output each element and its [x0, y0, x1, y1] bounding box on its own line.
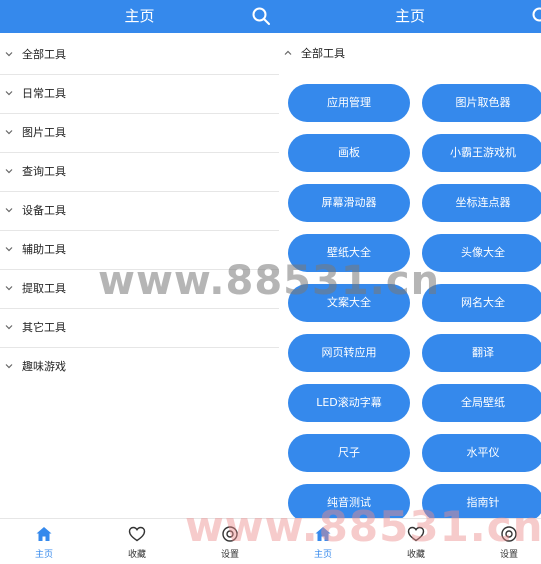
category-query[interactable]: 查询工具 [0, 153, 279, 192]
category-image[interactable]: 图片工具 [0, 114, 279, 153]
nav-label: 主页 [34, 550, 53, 560]
heart-icon [407, 526, 425, 542]
category-label: 日常工具 [22, 87, 66, 100]
nav-home[interactable]: 主页 [14, 519, 74, 564]
category-label: 图片工具 [22, 126, 66, 139]
tool-grid: 应用管理 图片取色器 画板 小霸王游戏机 屏幕滑动器 坐标连点器 壁纸大全 头像… [288, 84, 541, 522]
category-label: 辅助工具 [22, 243, 66, 256]
tool-color-picker-button[interactable]: 图片取色器 [422, 84, 541, 122]
nav-settings[interactable]: 设置 [479, 519, 539, 564]
category-assist[interactable]: 辅助工具 [0, 231, 279, 270]
nav-favorites[interactable]: 收藏 [386, 519, 446, 564]
tool-auto-clicker-button[interactable]: 坐标连点器 [422, 184, 541, 222]
home-icon [36, 527, 52, 541]
settings-icon [222, 526, 238, 542]
tool-tone-test-button[interactable]: 纯音测试 [288, 484, 410, 522]
tool-ruler-button[interactable]: 尺子 [288, 434, 410, 472]
bottom-nav: 主页 收藏 设置 [279, 518, 541, 564]
tool-game-console-button[interactable]: 小霸王游戏机 [422, 134, 541, 172]
category-label: 趣味游戏 [22, 360, 66, 373]
chevron-down-icon [5, 208, 13, 213]
tool-drawing-board-button[interactable]: 画板 [288, 134, 410, 172]
settings-icon [501, 526, 517, 542]
tool-copywriting-button[interactable]: 文案大全 [288, 284, 410, 322]
home-screen-collapsed: 主页 全部工具 日常工具 图片工具 查询工具 设备工具 辅助工具 提取工具 其它… [0, 0, 279, 564]
category-label: 其它工具 [22, 321, 66, 334]
chevron-down-icon [5, 286, 13, 291]
tool-compass-button[interactable]: 指南针 [422, 484, 541, 522]
tool-led-scroller-button[interactable]: LED滚动字幕 [288, 384, 410, 422]
nav-label: 设置 [220, 550, 239, 560]
nav-label: 设置 [499, 550, 518, 560]
category-daily[interactable]: 日常工具 [0, 75, 279, 114]
category-device[interactable]: 设备工具 [0, 192, 279, 231]
tool-app-manager-button[interactable]: 应用管理 [288, 84, 410, 122]
category-list: 全部工具 日常工具 图片工具 查询工具 设备工具 辅助工具 提取工具 其它工具 [0, 36, 279, 386]
home-screen-expanded: 主页 全部工具 应用管理 图片取色器 画板 小霸王游戏机 屏幕滑动器 坐标连点器… [279, 0, 541, 564]
top-bar: 主页 [279, 0, 541, 33]
tool-avatars-button[interactable]: 头像大全 [422, 234, 541, 272]
chevron-down-icon [5, 364, 13, 369]
nav-home[interactable]: 主页 [293, 519, 353, 564]
page-title: 主页 [394, 7, 425, 25]
category-label: 提取工具 [22, 282, 66, 295]
tool-global-wallpaper-button[interactable]: 全局壁纸 [422, 384, 541, 422]
tool-translate-button[interactable]: 翻译 [422, 334, 541, 372]
search-icon[interactable] [531, 6, 541, 26]
tool-wallpapers-button[interactable]: 壁纸大全 [288, 234, 410, 272]
nav-label: 收藏 [127, 550, 146, 560]
category-other[interactable]: 其它工具 [0, 309, 279, 348]
category-label: 设备工具 [22, 204, 66, 217]
category-all[interactable]: 全部工具 [0, 36, 279, 75]
tool-screen-swiper-button[interactable]: 屏幕滑动器 [288, 184, 410, 222]
chevron-down-icon [5, 130, 13, 135]
page-title: 主页 [124, 7, 155, 25]
chevron-up-icon [284, 50, 292, 55]
tool-level-button[interactable]: 水平仪 [422, 434, 541, 472]
heart-icon [128, 526, 146, 542]
category-label: 全部工具 [301, 47, 345, 60]
category-label: 全部工具 [22, 48, 66, 61]
chevron-down-icon [5, 169, 13, 174]
tool-nicknames-button[interactable]: 网名大全 [422, 284, 541, 322]
chevron-down-icon [5, 247, 13, 252]
chevron-down-icon [5, 91, 13, 96]
category-games[interactable]: 趣味游戏 [0, 348, 279, 386]
category-all-expanded[interactable]: 全部工具 [279, 36, 541, 72]
tool-web-to-app-button[interactable]: 网页转应用 [288, 334, 410, 372]
search-icon[interactable] [251, 6, 271, 26]
category-label: 查询工具 [22, 165, 66, 178]
home-icon [315, 527, 331, 541]
chevron-down-icon [5, 52, 13, 57]
nav-label: 主页 [313, 550, 332, 560]
nav-settings[interactable]: 设置 [200, 519, 260, 564]
chevron-down-icon [5, 325, 13, 330]
top-bar: 主页 [0, 0, 279, 33]
category-extract[interactable]: 提取工具 [0, 270, 279, 309]
nav-favorites[interactable]: 收藏 [107, 519, 167, 564]
nav-label: 收藏 [406, 550, 425, 560]
bottom-nav: 主页 收藏 设置 [0, 518, 279, 564]
